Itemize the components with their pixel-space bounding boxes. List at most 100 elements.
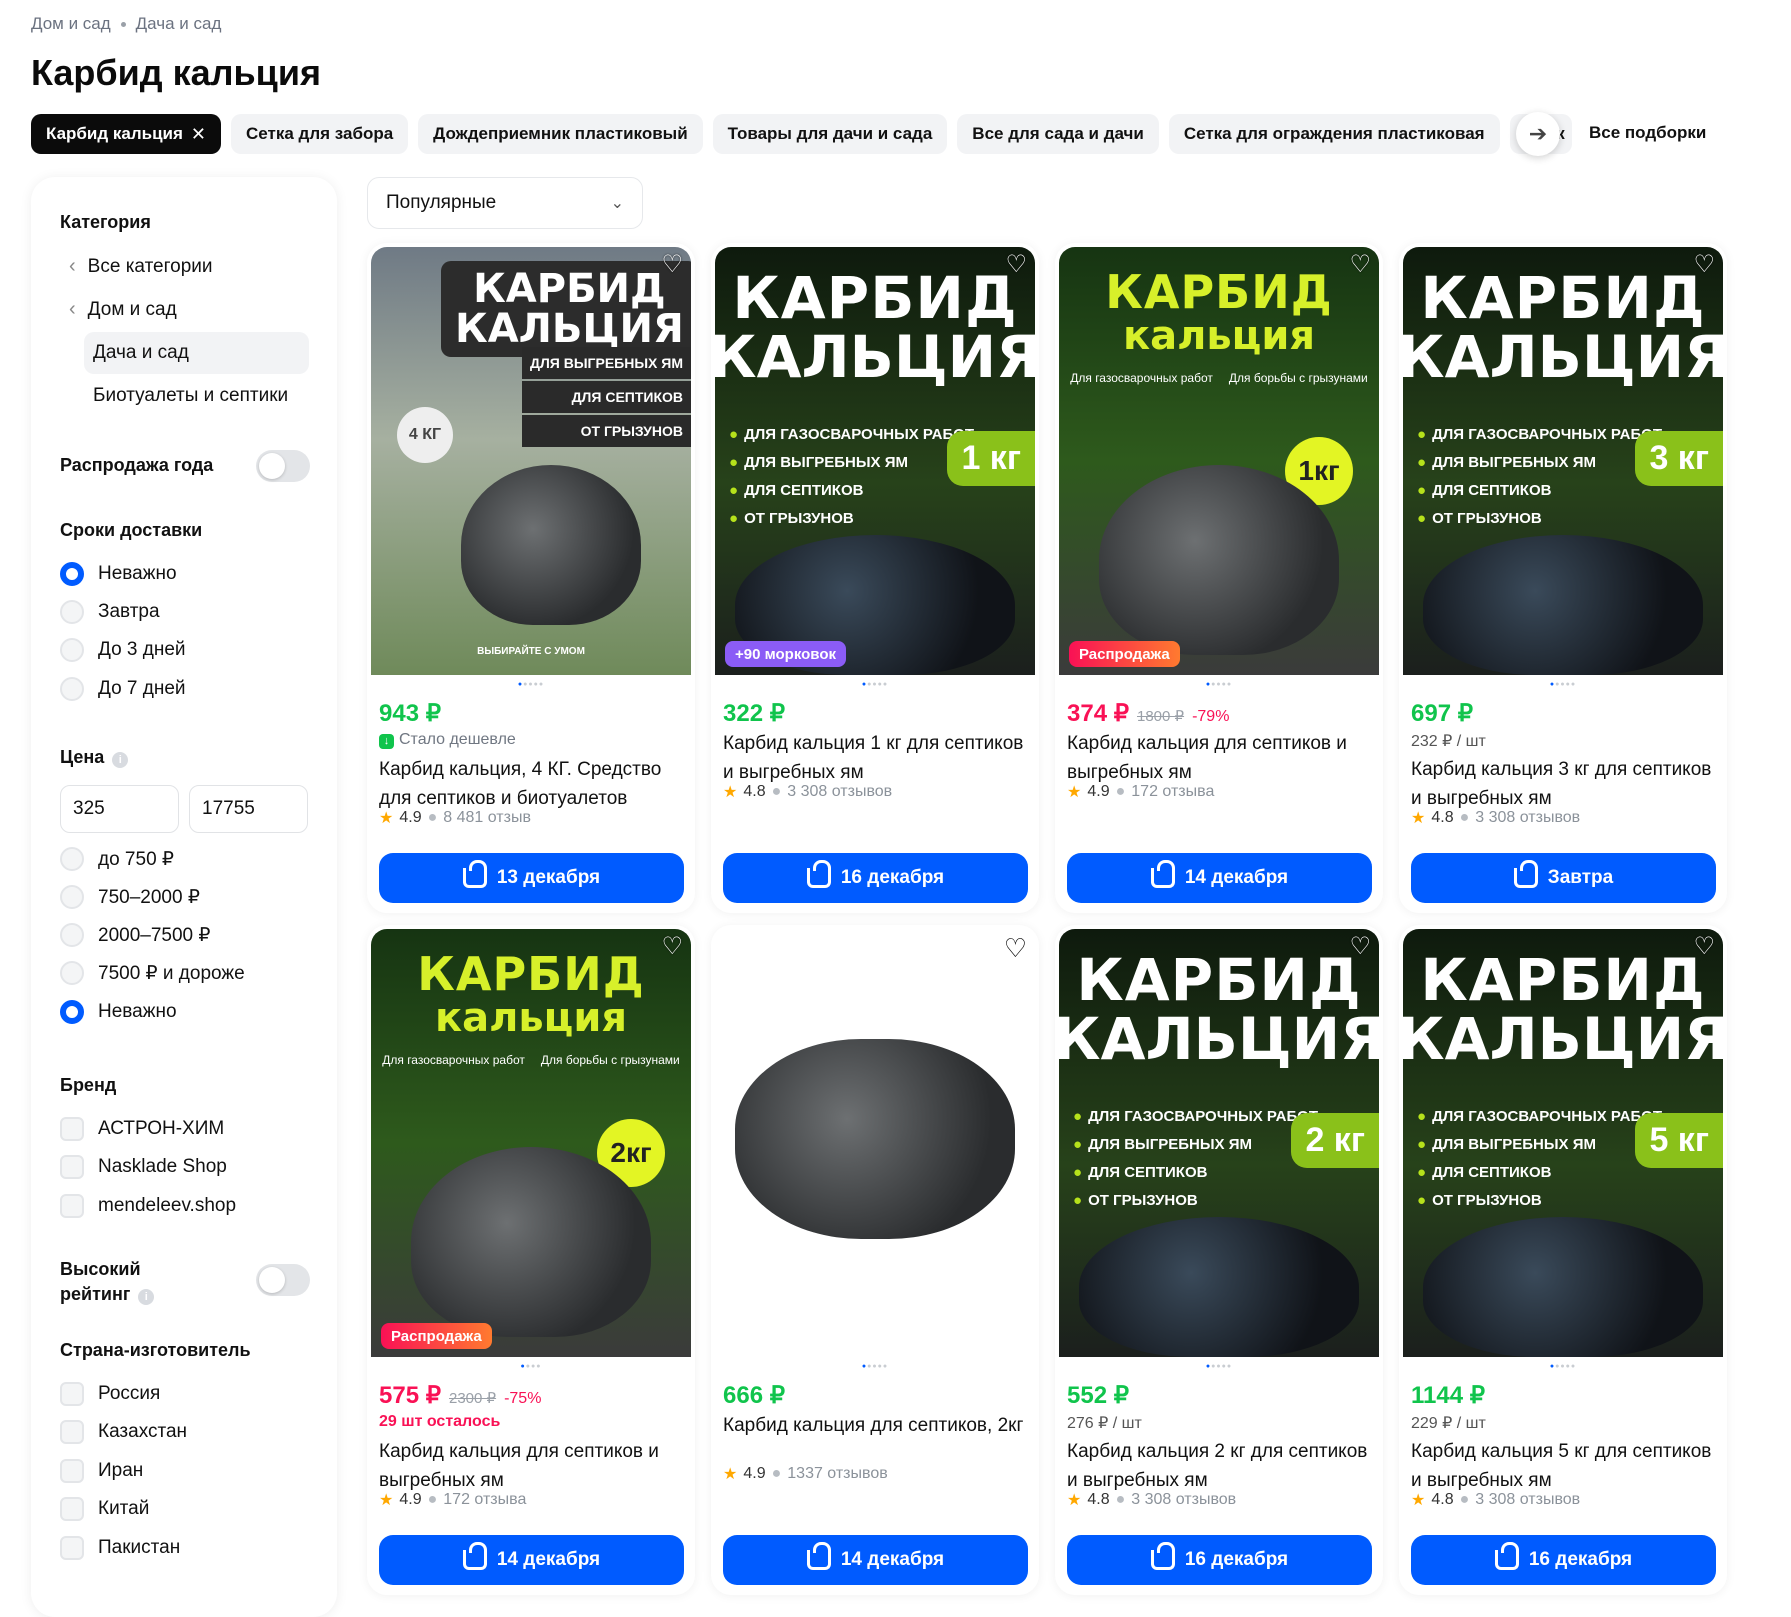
product-title[interactable]: Карбид кальция 3 кг для септиков и выгре…	[1411, 755, 1721, 813]
product-image[interactable]: КАРБИД кальция Для газосварочных работ Дл…	[1059, 247, 1379, 675]
product-image[interactable]: КАРБИД кальция Для газосварочных работ Дл…	[371, 929, 691, 1357]
product-image[interactable]: КАРБИД КАЛЬЦИЯ ДЛЯ ВЫГРЕБНЫХ ЯМ ДЛЯ СЕПТ…	[371, 247, 691, 675]
product-image[interactable]: КАРБИД КАЛЬЦИЯ ДЛЯ ГАЗОСВАРОЧНЫХ РАБОТ Д…	[1403, 247, 1723, 675]
price-option[interactable]: Неважно	[60, 1000, 177, 1024]
add-to-cart-button[interactable]: 13 декабря	[379, 853, 684, 903]
option-label: 7500 ₽ и дороже	[98, 962, 245, 984]
heart-icon[interactable]: ♡	[1693, 253, 1715, 277]
sort-select[interactable]: Популярные ⌄	[367, 177, 643, 229]
product-title[interactable]: Карбид кальция для септиков, 2кг	[723, 1411, 1033, 1440]
chevron-down-icon: ⌄	[610, 195, 624, 212]
product-card[interactable]: ♡ ●●●●● 666 ₽ Карбид кальция для септико…	[711, 925, 1039, 1595]
country-checkbox[interactable]: Казахстан	[60, 1420, 187, 1444]
chip-calcium-carbide[interactable]: Карбид кальция ✕	[31, 114, 222, 154]
image-title-line2: КАЛЬЦИЯ	[1059, 1005, 1379, 1073]
radio	[60, 847, 84, 871]
product-card[interactable]: КАРБИД КАЛЬЦИЯ ДЛЯ ГАЗОСВАРОЧНЫХ РАБОТ Д…	[1399, 243, 1727, 913]
product-card[interactable]: КАРБИД кальция Для газосварочных работ Дл…	[1055, 243, 1383, 913]
price-option[interactable]: 750–2000 ₽	[60, 885, 200, 909]
heart-icon[interactable]: ♡	[1349, 935, 1371, 959]
close-icon[interactable]: ✕	[191, 124, 206, 145]
breadcrumb-dacha-garden[interactable]: Дача и сад	[136, 14, 222, 34]
sale-toggle[interactable]	[256, 450, 310, 482]
category-all[interactable]: ‹ Все категории	[69, 255, 213, 278]
price-option[interactable]: до 750 ₽	[60, 847, 174, 871]
brand-checkbox[interactable]: mendeleev.shop	[60, 1194, 236, 1218]
country-checkbox[interactable]: Иран	[60, 1459, 143, 1483]
brand-checkbox[interactable]: Nasklade Shop	[60, 1155, 227, 1179]
price-option[interactable]: 7500 ₽ и дороже	[60, 961, 245, 985]
add-to-cart-button[interactable]: 16 декабря	[1411, 1535, 1716, 1585]
chip-all-for-garden[interactable]: Все для сада и дачи	[957, 114, 1159, 154]
discount-percent: -79%	[1192, 708, 1230, 725]
heart-icon[interactable]: ♡	[1004, 935, 1027, 961]
add-to-cart-button[interactable]: 16 декабря	[1067, 1535, 1372, 1585]
cart-icon	[462, 860, 487, 888]
high-rating-toggle[interactable]	[256, 1264, 310, 1296]
image-title-line1: КАРБИД	[417, 947, 645, 1001]
category-home-garden[interactable]: ‹ Дом и сад	[69, 298, 177, 321]
rating-value: 4.9	[399, 809, 422, 826]
chip-fence-mesh[interactable]: Сетка для забора	[231, 114, 409, 154]
heart-icon[interactable]: ♡	[1349, 253, 1371, 277]
heart-icon[interactable]: ♡	[661, 253, 683, 277]
chip-garden-goods[interactable]: Товары для дачи и сада	[712, 114, 948, 154]
brand-checkbox[interactable]: АСТРОН-ХИМ	[60, 1117, 224, 1141]
country-checkbox[interactable]: Китай	[60, 1497, 149, 1521]
add-to-cart-button[interactable]: 16 декабря	[723, 853, 1028, 903]
add-to-cart-button[interactable]: 14 декабря	[1067, 853, 1372, 903]
product-card[interactable]: КАРБИД КАЛЬЦИЯ ДЛЯ ГАЗОСВАРОЧНЫХ РАБОТ Д…	[711, 243, 1039, 913]
image-tag: ДЛЯ СЕПТИКОВ	[521, 381, 691, 413]
info-icon[interactable]: i	[138, 1289, 155, 1305]
brand-title: Бренд	[60, 1075, 117, 1095]
reviews-count: 8 481 отзыв	[443, 809, 531, 826]
breadcrumb-home-garden[interactable]: Дом и сад	[31, 14, 111, 34]
info-icon[interactable]: i	[112, 752, 129, 768]
image-title-line1: КАРБИД	[1105, 265, 1333, 319]
rating-label-line1: Высокий	[60, 1259, 141, 1279]
country-checkbox[interactable]: Пакистан	[60, 1536, 180, 1560]
delivery-option[interactable]: До 3 дней	[60, 638, 186, 662]
product-card[interactable]: КАРБИД КАЛЬЦИЯ ДЛЯ ВЫГРЕБНЫХ ЯМ ДЛЯ СЕПТ…	[367, 243, 695, 913]
star-icon: ★	[723, 784, 738, 801]
product-title[interactable]: Карбид кальция 1 кг для септиков и выгре…	[723, 729, 1033, 787]
product-image[interactable]: КАРБИД КАЛЬЦИЯ ДЛЯ ГАЗОСВАРОЧНЫХ РАБОТ Д…	[715, 247, 1035, 675]
product-image[interactable]: КАРБИД КАЛЬЦИЯ ДЛЯ ГАЗОСВАРОЧНЫХ РАБОТ Д…	[1403, 929, 1723, 1357]
heart-icon[interactable]: ♡	[661, 935, 683, 959]
product-image[interactable]: КАРБИД КАЛЬЦИЯ ДЛЯ ГАЗОСВАРОЧНЫХ РАБОТ Д…	[1059, 929, 1379, 1357]
product-card[interactable]: КАРБИД КАЛЬЦИЯ ДЛЯ ГАЗОСВАРОЧНЫХ РАБОТ Д…	[1055, 925, 1383, 1595]
product-card[interactable]: КАРБИД КАЛЬЦИЯ ДЛЯ ГАЗОСВАРОЧНЫХ РАБОТ Д…	[1399, 925, 1727, 1595]
chip-plastic-fence-mesh[interactable]: Сетка для ограждения пластиковая	[1168, 114, 1500, 154]
option-label: Завтра	[98, 601, 160, 622]
price-to-input[interactable]: 17755	[189, 785, 308, 833]
product-title[interactable]: Карбид кальция для септиков и выгребных …	[1067, 729, 1377, 787]
product-title[interactable]: Карбид кальция для септиков и выгребных …	[379, 1437, 689, 1495]
reviews-count: 3 308 отзывов	[787, 783, 893, 800]
product-title[interactable]: Карбид кальция 2 кг для септиков и выгре…	[1067, 1437, 1377, 1495]
add-to-cart-button[interactable]: Завтра	[1411, 853, 1716, 903]
delivery-option[interactable]: Завтра	[60, 600, 160, 624]
product-image[interactable]	[715, 929, 1035, 1357]
delivery-date: 14 декабря	[496, 1549, 601, 1570]
option-label: До 7 дней	[98, 678, 186, 699]
arrow-right-icon[interactable]: ➔	[1516, 112, 1560, 156]
heart-icon[interactable]: ♡	[1005, 253, 1027, 277]
heart-icon[interactable]: ♡	[1693, 935, 1715, 959]
price-option[interactable]: 2000–7500 ₽	[60, 923, 210, 947]
product-title[interactable]: Карбид кальция, 4 КГ. Средство для септи…	[379, 755, 689, 813]
image-feature-list: ДЛЯ ГАЗОСВАРОЧНЫХ РАБОТ ДЛЯ ВЫГРЕБНЫХ ЯМ…	[1417, 1103, 1662, 1215]
delivery-option[interactable]: Неважно	[60, 562, 177, 586]
product-card[interactable]: КАРБИД кальция Для газосварочных работ Дл…	[367, 925, 695, 1595]
category-dacha-garden[interactable]: Дача и сад	[93, 342, 189, 364]
product-title[interactable]: Карбид кальция 5 кг для септиков и выгре…	[1411, 1437, 1721, 1495]
image-feature-list: ДЛЯ ГАЗОСВАРОЧНЫХ РАБОТ ДЛЯ ВЫГРЕБНЫХ ЯМ…	[729, 421, 974, 533]
all-selections-link[interactable]: Все подборки	[1589, 123, 1706, 143]
country-checkbox[interactable]: Россия	[60, 1382, 160, 1406]
delivery-option[interactable]: До 7 дней	[60, 677, 186, 701]
chip-rain-inlet[interactable]: Дождеприемник пластиковый	[418, 114, 703, 154]
price-from-input[interactable]: 325	[60, 785, 179, 833]
add-to-cart-button[interactable]: 14 декабря	[723, 1535, 1028, 1585]
rocks-illustration	[1099, 465, 1339, 655]
add-to-cart-button[interactable]: 14 декабря	[379, 1535, 684, 1585]
category-biotoilets[interactable]: Биотуалеты и септики	[93, 385, 288, 407]
